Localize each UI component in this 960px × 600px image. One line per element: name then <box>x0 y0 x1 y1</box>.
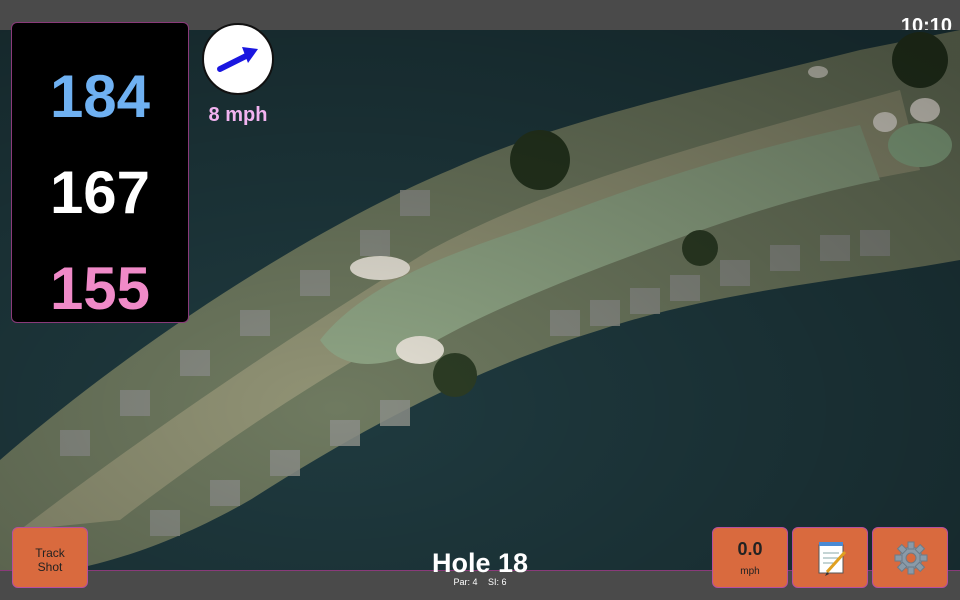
track-shot-label-line1: Track <box>35 546 65 560</box>
track-shot-label-line2: Shot <box>37 560 63 574</box>
settings-button[interactable] <box>872 527 948 588</box>
speed-value: 0.0 <box>737 539 763 559</box>
hole-par: Par: 4 <box>453 577 478 587</box>
distance-panel: 184 167 155 <box>11 22 189 323</box>
gear-icon <box>894 541 928 575</box>
front-distance: 155 <box>49 255 151 322</box>
hole-stroke-index: SI: 6 <box>488 577 507 587</box>
back-distance: 184 <box>49 63 151 130</box>
wind-direction-dial <box>202 23 274 95</box>
scorecard-button[interactable] <box>792 527 868 588</box>
hole-title: Hole 18 <box>431 548 529 578</box>
track-shot-button[interactable]: Track Shot <box>12 527 88 588</box>
wind-arrow-icon <box>217 47 258 72</box>
speed-button[interactable]: 0.0 mph <box>712 527 788 588</box>
speed-unit: mph <box>740 566 760 577</box>
middle-distance: 167 <box>49 159 151 226</box>
hole-info: Par: 4 SI: 6 <box>380 577 580 587</box>
golf-gps-screen: 10:10 184 167 155 8 mph Track Shot Hole … <box>0 0 960 600</box>
notepad-icon <box>818 542 847 576</box>
wind-speed: 8 mph <box>208 104 268 126</box>
